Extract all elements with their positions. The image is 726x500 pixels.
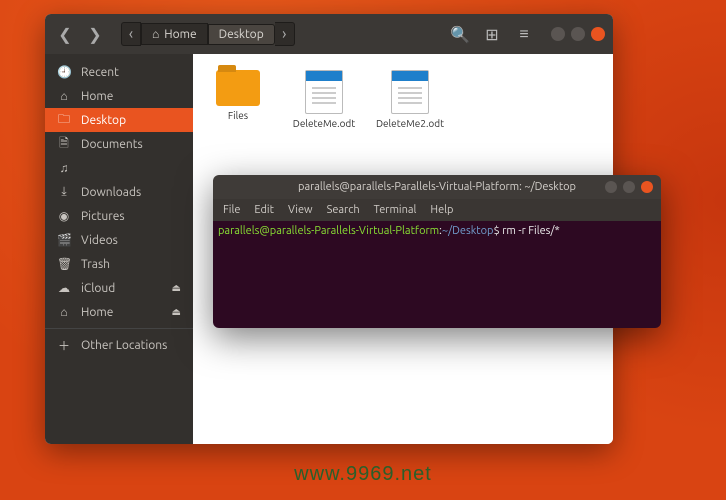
eject-icon[interactable]: ⏏ <box>172 306 181 318</box>
sidebar-icon: ☁ <box>57 281 71 295</box>
sidebar-item-Home[interactable]: ⌂ Home ⏏ <box>45 300 193 324</box>
sidebar-item-Other Locations[interactable]: ＋ Other Locations <box>45 333 193 357</box>
file-Files[interactable]: Files <box>209 70 267 121</box>
file-label: DeleteMe.odt <box>293 118 355 129</box>
sidebar-icon: ⌂ <box>57 305 71 319</box>
menu-view[interactable]: View <box>288 204 313 216</box>
sidebar-label: Downloads <box>81 186 141 199</box>
sidebar-icon: 🎬 <box>57 233 71 247</box>
terminal-path: ~/Desktop <box>442 225 494 237</box>
sidebar-item-Downloads[interactable]: ⤓ Downloads <box>45 180 193 204</box>
sidebar-item-Trash[interactable]: 🗑 Trash <box>45 252 193 276</box>
terminal-window: parallels@parallels-Parallels-Virtual-Pl… <box>213 175 661 328</box>
home-icon: ⌂ <box>152 27 159 41</box>
terminal-body[interactable]: parallels@parallels-Parallels-Virtual-Pl… <box>213 221 661 328</box>
sidebar-icon: ◉ <box>57 209 71 223</box>
sidebar-item-iCloud[interactable]: ☁ iCloud ⏏ <box>45 276 193 300</box>
sidebar-label: Videos <box>81 234 118 247</box>
sidebar-label: Home <box>81 306 113 319</box>
terminal-titlebar[interactable]: parallels@parallels-Parallels-Virtual-Pl… <box>213 175 661 199</box>
menu-terminal[interactable]: Terminal <box>374 204 417 216</box>
sidebar: 🕘 Recent ⌂ Home 🗀 Desktop 🗎 Documents ♫ ⤓ Download… <box>45 54 193 444</box>
sidebar-label: Home <box>81 90 113 103</box>
menu-edit[interactable]: Edit <box>254 204 274 216</box>
sidebar-icon: 🗎 <box>57 134 71 155</box>
sidebar-item-Videos[interactable]: 🎬 Videos <box>45 228 193 252</box>
sidebar-label: Recent <box>81 66 119 79</box>
breadcrumb: ‹ ⌂ Home Desktop › <box>121 22 295 46</box>
sidebar-item-4[interactable]: ♫ <box>45 156 193 180</box>
sidebar-item-Recent[interactable]: 🕘 Recent <box>45 60 193 84</box>
eject-icon[interactable]: ⏏ <box>172 282 181 294</box>
view-mode-icon[interactable]: ⊞ <box>479 21 505 47</box>
path-desktop[interactable]: Desktop <box>208 24 275 45</box>
sidebar-icon: ＋ <box>57 337 71 354</box>
sidebar-item-Desktop[interactable]: 🗀 Desktop <box>45 108 193 132</box>
terminal-window-controls <box>605 181 653 193</box>
sidebar-label: Documents <box>81 138 143 151</box>
doc-icon <box>391 70 429 114</box>
path-home[interactable]: ⌂ Home <box>141 23 208 45</box>
sidebar-icon: ♫ <box>57 161 71 175</box>
terminal-menubar: File Edit View Search Terminal Help <box>213 199 661 221</box>
sidebar-label: Desktop <box>81 114 126 127</box>
terminal-close-button[interactable] <box>641 181 653 193</box>
minimize-button[interactable] <box>551 27 565 41</box>
path-current-label: Desktop <box>219 28 264 41</box>
file-label: Files <box>228 110 248 121</box>
sidebar-item-Documents[interactable]: 🗎 Documents <box>45 132 193 156</box>
sidebar-item-Pictures[interactable]: ◉ Pictures <box>45 204 193 228</box>
path-prev-button[interactable]: ‹ <box>121 22 141 46</box>
path-home-label: Home <box>164 28 196 41</box>
sidebar-icon: ⌂ <box>57 89 71 103</box>
menu-search[interactable]: Search <box>327 204 360 216</box>
sidebar-icon: ⤓ <box>57 185 71 199</box>
search-icon[interactable]: 🔍 <box>447 21 473 47</box>
sidebar-icon: 🕘 <box>57 65 71 79</box>
menu-help[interactable]: Help <box>430 204 453 216</box>
terminal-user: parallels@parallels-Parallels-Virtual-Pl… <box>218 225 439 237</box>
file-label: DeleteMe2.odt <box>376 118 444 129</box>
back-button[interactable]: ❮ <box>53 22 77 46</box>
sidebar-label: Pictures <box>81 210 125 223</box>
terminal-title-text: parallels@parallels-Parallels-Virtual-Pl… <box>298 181 576 193</box>
watermark: www.9969.net <box>294 463 432 486</box>
terminal-minimize-button[interactable] <box>605 181 617 193</box>
menu-file[interactable]: File <box>223 204 240 216</box>
file-manager-header: ❮ ❯ ‹ ⌂ Home Desktop › 🔍 ⊞ ≡ <box>45 14 613 54</box>
sidebar-icon: 🗀 <box>57 110 71 131</box>
sidebar-label: Trash <box>81 258 110 271</box>
terminal-maximize-button[interactable] <box>623 181 635 193</box>
maximize-button[interactable] <box>571 27 585 41</box>
path-next-button[interactable]: › <box>275 22 295 46</box>
sidebar-item-Home[interactable]: ⌂ Home <box>45 84 193 108</box>
close-button[interactable] <box>591 27 605 41</box>
sidebar-icon: 🗑 <box>57 257 71 271</box>
forward-button[interactable]: ❯ <box>83 22 107 46</box>
terminal-command: rm -r Files/* <box>502 225 560 237</box>
file-DeleteMe.odt[interactable]: DeleteMe.odt <box>295 70 353 129</box>
window-controls <box>551 27 605 41</box>
folder-icon <box>216 70 260 106</box>
sidebar-label: Other Locations <box>81 339 167 352</box>
file-DeleteMe2.odt[interactable]: DeleteMe2.odt <box>381 70 439 129</box>
menu-icon[interactable]: ≡ <box>511 21 537 47</box>
sidebar-label: iCloud <box>81 282 115 295</box>
doc-icon <box>305 70 343 114</box>
